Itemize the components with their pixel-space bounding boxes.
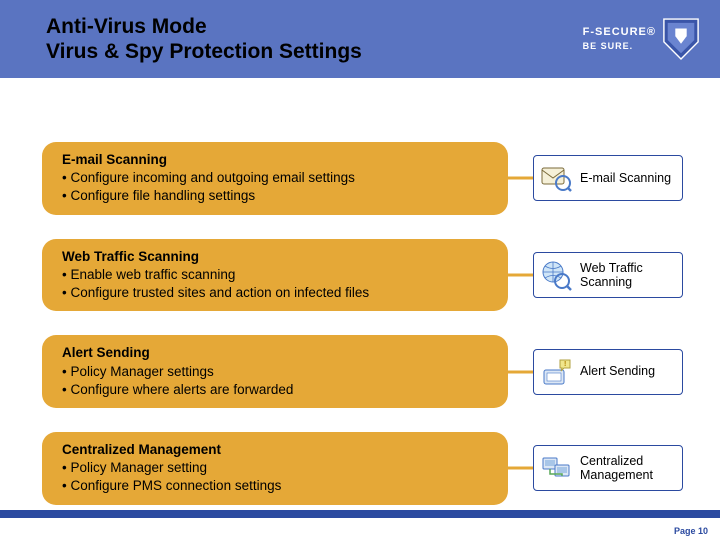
panel-label: Web Traffic Scanning xyxy=(580,261,676,290)
title-line-1: Anti-Virus Mode xyxy=(46,14,362,39)
card-bullet: • Policy Manager settings xyxy=(62,363,492,381)
connector-line xyxy=(505,370,535,373)
card-bullet: • Policy Manager setting xyxy=(62,459,492,477)
connector-line xyxy=(505,273,535,276)
central-mgmt-icon xyxy=(540,452,572,484)
card-web-traffic-scanning: Web Traffic Scanning • Enable web traffi… xyxy=(42,239,508,312)
card-centralized-management: Centralized Management • Policy Manager … xyxy=(42,432,508,505)
card-bullet: • Configure incoming and outgoing email … xyxy=(62,169,492,187)
brand-name: F-SECURE xyxy=(583,26,647,38)
page-title: Anti-Virus Mode Virus & Spy Protection S… xyxy=(46,14,362,64)
brand-text: F-SECURE® BE SURE. xyxy=(583,26,656,52)
card-alert-sending: Alert Sending • Policy Manager settings … xyxy=(42,335,508,408)
card-heading: E-mail Scanning xyxy=(62,151,492,169)
title-line-2: Virus & Spy Protection Settings xyxy=(46,39,362,64)
panel-alert-sending[interactable]: ! Alert Sending xyxy=(533,349,683,395)
card-heading: Web Traffic Scanning xyxy=(62,248,492,266)
panel-label: Alert Sending xyxy=(580,364,655,378)
brand-tagline: BE SURE. xyxy=(583,41,656,52)
svg-text:!: ! xyxy=(564,361,566,368)
panel-email-scanning[interactable]: E-mail Scanning xyxy=(533,155,683,201)
brand-logo-icon xyxy=(662,17,700,61)
alert-icon: ! xyxy=(540,356,572,388)
card-bullet: • Configure where alerts are forwarded xyxy=(62,381,492,399)
web-scan-icon xyxy=(540,259,572,291)
slide-header: Anti-Virus Mode Virus & Spy Protection S… xyxy=(0,0,720,78)
card-bullet: • Configure PMS connection settings xyxy=(62,477,492,495)
panel-web-traffic-scanning[interactable]: Web Traffic Scanning xyxy=(533,252,683,298)
email-scan-icon xyxy=(540,162,572,194)
panel-centralized-management[interactable]: Centralized Management xyxy=(533,445,683,491)
panel-label: E-mail Scanning xyxy=(580,171,671,185)
card-heading: Alert Sending xyxy=(62,344,492,362)
brand-block: F-SECURE® BE SURE. xyxy=(583,17,700,61)
section-web-traffic-scanning: Web Traffic Scanning • Enable web traffi… xyxy=(0,239,720,312)
footer-band xyxy=(0,510,720,518)
card-bullet: • Configure file handling settings xyxy=(62,187,492,205)
connector-line xyxy=(505,177,535,180)
page-number: Page 10 xyxy=(674,526,708,536)
panel-label: Centralized Management xyxy=(580,454,676,483)
brand-registered: ® xyxy=(647,26,656,38)
card-bullet: • Enable web traffic scanning xyxy=(62,266,492,284)
section-alert-sending: Alert Sending • Policy Manager settings … xyxy=(0,335,720,408)
section-centralized-management: Centralized Management • Policy Manager … xyxy=(0,432,720,505)
connector-line xyxy=(505,467,535,470)
content-area: E-mail Scanning • Configure incoming and… xyxy=(0,78,720,505)
card-bullet: • Configure trusted sites and action on … xyxy=(62,284,492,302)
card-heading: Centralized Management xyxy=(62,441,492,459)
card-email-scanning: E-mail Scanning • Configure incoming and… xyxy=(42,142,508,215)
section-email-scanning: E-mail Scanning • Configure incoming and… xyxy=(0,142,720,215)
